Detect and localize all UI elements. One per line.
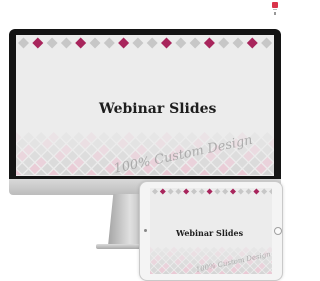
diamond-shape bbox=[246, 37, 258, 49]
diamond-shape bbox=[253, 188, 260, 195]
diamond-shape bbox=[118, 37, 130, 49]
diamond-shape bbox=[203, 37, 215, 49]
diamond-shape bbox=[18, 37, 29, 49]
diamond-shape bbox=[167, 188, 174, 195]
diamond-shape bbox=[261, 37, 273, 49]
diamond-shape bbox=[183, 188, 190, 195]
diamond-shape bbox=[60, 37, 72, 49]
diamond-shape bbox=[230, 188, 236, 195]
corner-flag-icon bbox=[271, 2, 280, 16]
diamond-shape bbox=[189, 37, 201, 49]
tablet-device: Webinar Slides 100% Custom Design bbox=[139, 181, 283, 281]
diamond-shape bbox=[232, 37, 244, 49]
tablet-top-diamond-band bbox=[152, 188, 272, 195]
tablet-slide-title: Webinar Slides bbox=[176, 228, 244, 238]
diamond-shape bbox=[245, 188, 252, 195]
diamond-shape bbox=[32, 37, 44, 49]
home-button-icon[interactable] bbox=[274, 227, 282, 235]
diamond-shape bbox=[159, 188, 166, 195]
diamond-shape bbox=[218, 37, 230, 49]
tablet-camera-icon bbox=[144, 229, 147, 232]
diamond-shape bbox=[198, 188, 205, 195]
flag-shape bbox=[272, 2, 278, 8]
diamond-shape bbox=[175, 188, 182, 195]
diamond-shape bbox=[152, 188, 158, 195]
diamond-shape bbox=[206, 188, 213, 195]
flag-tick bbox=[274, 12, 276, 15]
diamond-shape bbox=[89, 37, 101, 49]
tablet-screen: Webinar Slides 100% Custom Design bbox=[150, 188, 272, 274]
diamond-shape bbox=[175, 37, 187, 49]
diamond-shape bbox=[222, 188, 229, 195]
diamond-shape bbox=[214, 188, 221, 195]
diamond-shape bbox=[261, 188, 268, 195]
diamond-shape bbox=[269, 188, 272, 195]
desktop-monitor: Webinar Slides 100% Custom Design bbox=[9, 29, 281, 195]
diamond-shape bbox=[46, 37, 58, 49]
diamond-shape bbox=[237, 188, 244, 195]
slide-title: Webinar Slides bbox=[99, 101, 217, 117]
top-diamond-band bbox=[18, 37, 273, 49]
diamond-shape bbox=[75, 37, 87, 49]
diamond-shape bbox=[132, 37, 144, 49]
diamond-shape bbox=[146, 37, 158, 49]
flag-stand bbox=[273, 9, 277, 10]
diamond-shape bbox=[161, 37, 172, 49]
monitor-screen: Webinar Slides 100% Custom Design bbox=[16, 35, 274, 176]
diamond-shape bbox=[103, 37, 115, 49]
diamond-shape bbox=[191, 188, 197, 195]
